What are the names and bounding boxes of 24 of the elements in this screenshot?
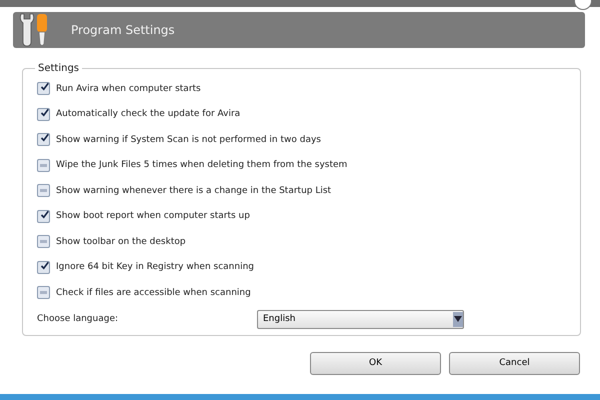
window-title: Program Settings (71, 23, 175, 37)
option-label: Automatically check the update for Avira (56, 109, 240, 120)
option-label: Wipe the Junk Files 5 times when deleting them from the system (56, 160, 348, 170)
option-label: Ignore 64 bit Key in Registry when scanning (56, 262, 254, 272)
option-label: Show warning whenever there is a change in the Startup List (56, 186, 332, 196)
checkbox[interactable] (37, 184, 50, 198)
checkbox[interactable] (37, 260, 50, 274)
option-label: Show toolbar on the desktop (56, 236, 186, 247)
checkbox[interactable] (37, 82, 50, 96)
group-title: Settings (37, 63, 80, 74)
dialog-button[interactable]: OK (310, 352, 441, 374)
option-label: Check if files are accessible when scanning (56, 288, 251, 298)
dialog-button[interactable]: Cancel (449, 352, 580, 374)
option-label: Run Avira when computer starts (56, 84, 201, 94)
checkbox[interactable] (37, 210, 50, 223)
checkbox[interactable] (37, 158, 50, 172)
language-label: Choose language: (37, 314, 120, 324)
option-label: Show warning if System Scan is not performed in two days (56, 134, 321, 145)
checkbox[interactable] (37, 235, 50, 248)
checkbox[interactable] (37, 286, 50, 300)
checkbox[interactable] (37, 133, 50, 146)
language-dropdown[interactable]: English (257, 310, 464, 328)
option-label: Show boot report when computer starts up (56, 211, 250, 222)
checkbox[interactable] (37, 108, 50, 121)
